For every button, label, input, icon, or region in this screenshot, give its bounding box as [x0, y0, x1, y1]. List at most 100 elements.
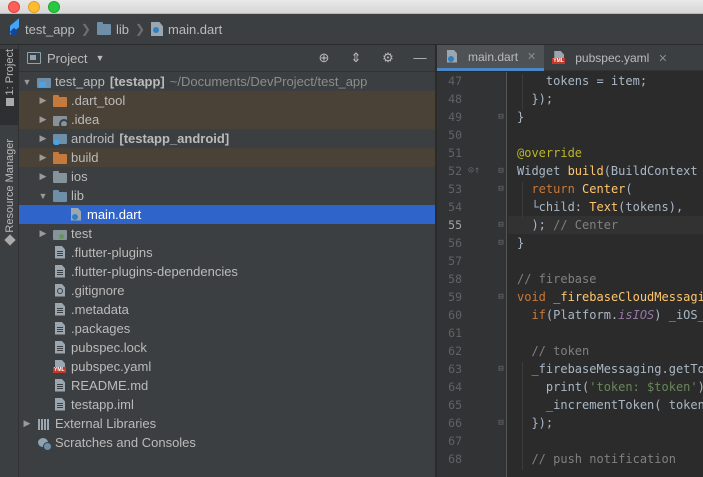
- dart-file-icon: [445, 50, 459, 64]
- breadcrumb-item-file[interactable]: main.dart: [151, 22, 222, 37]
- tree-item-lib[interactable]: ▼ lib: [19, 186, 435, 205]
- tree-item-dart-tool[interactable]: ▶ .dart_tool: [19, 91, 435, 110]
- code-editor: main.dart ✕ pubspec.yaml ✕ 47 tokens = i…: [437, 45, 703, 477]
- line-number: 61: [448, 326, 462, 340]
- tree-item-external-libraries[interactable]: ▶ External Libraries: [19, 414, 435, 433]
- fold-marker-icon[interactable]: ⊟: [496, 162, 506, 180]
- fold-marker-icon[interactable]: ⊟: [496, 108, 506, 126]
- close-window-button[interactable]: [8, 1, 20, 13]
- breadcrumb-label: lib: [115, 21, 129, 37]
- code-line: 54 └child: Text(tokens),: [437, 198, 703, 216]
- code-text: // firebase: [517, 272, 597, 286]
- close-icon[interactable]: ✕: [527, 50, 536, 63]
- tree-item-root[interactable]: ▼ test_app [testapp] ~/Documents/DevProj…: [19, 72, 435, 91]
- code-text: @override: [517, 146, 583, 160]
- tree-item-path: ~/Documents/DevProject/test_app: [169, 74, 368, 89]
- tab-resource-manager[interactable]: Resource Manager: [0, 139, 19, 259]
- code-text: // push notification: [531, 452, 676, 466]
- folder-icon: [53, 170, 67, 184]
- tree-item-test[interactable]: ▶ test: [19, 224, 435, 243]
- code-line: 59 ⊟ void _firebaseCloudMessaging: [437, 288, 703, 306]
- flutter-icon: [8, 22, 20, 36]
- window-titlebar: [0, 0, 703, 14]
- code-line: 47 tokens = item;: [437, 72, 703, 90]
- tree-item-label: .packages: [71, 321, 131, 336]
- line-number: 66: [448, 416, 462, 430]
- project-icon: [5, 98, 14, 107]
- tree-item-ios[interactable]: ▶ ios: [19, 167, 435, 186]
- tree-item-scratches[interactable]: Scratches and Consoles: [19, 433, 435, 452]
- fold-marker-icon[interactable]: ⊟: [496, 288, 506, 306]
- tree-item-label: android: [71, 131, 115, 146]
- collapse-all-icon[interactable]: ⇕: [347, 50, 365, 66]
- tree-item-flutter-plugins-dependencies[interactable]: .flutter-plugins-dependencies: [19, 262, 435, 281]
- tab-project[interactable]: 1: Project: [0, 49, 19, 125]
- code-line: 53 ⊟ return Center(: [437, 180, 703, 198]
- zoom-window-button[interactable]: [48, 1, 60, 13]
- code-line-current: 55 ⊟ ); // Center: [437, 216, 703, 234]
- tree-item-android[interactable]: ▶ android [testapp_android]: [19, 129, 435, 148]
- fold-marker-icon[interactable]: ⊟: [496, 414, 506, 432]
- code-text: _firebaseMessaging.getTok: [517, 362, 703, 376]
- chevron-right-icon[interactable]: ▶: [37, 95, 49, 106]
- code-line: 49 ⊟ }: [437, 108, 703, 126]
- code-text: if(Platform.isIOS) _iOS_P: [531, 308, 703, 322]
- chevron-right-icon[interactable]: ▶: [21, 418, 33, 429]
- chevron-down-icon[interactable]: ▼: [21, 77, 33, 87]
- code-line: 50: [437, 126, 703, 144]
- tab-label: 1: Project: [3, 49, 16, 96]
- tree-item-label: README.md: [71, 378, 149, 393]
- locate-target-icon[interactable]: ⊕: [315, 50, 333, 66]
- tree-item-pubspec-yaml[interactable]: pubspec.yaml: [19, 357, 435, 376]
- tree-item-metadata[interactable]: .metadata: [19, 300, 435, 319]
- fold-marker-icon[interactable]: ⊟: [496, 360, 506, 378]
- close-icon[interactable]: ✕: [658, 52, 667, 65]
- breadcrumb: test_app ❯ lib ❯ main.dart: [0, 14, 703, 45]
- tree-item-build[interactable]: ▶ build: [19, 148, 435, 167]
- code-text: return Center(: [531, 182, 633, 196]
- text-file-icon: [53, 303, 67, 317]
- chevron-down-icon[interactable]: ▼: [95, 53, 104, 63]
- fold-marker-icon[interactable]: ⊟: [496, 234, 506, 252]
- breadcrumb-label: main.dart: [168, 21, 223, 37]
- chevron-right-icon[interactable]: ▶: [37, 133, 49, 144]
- tree-item-flutter-plugins[interactable]: .flutter-plugins: [19, 243, 435, 262]
- chevron-right-icon[interactable]: ▶: [37, 228, 49, 239]
- project-view-selector[interactable]: Project: [47, 51, 87, 66]
- code-line: 65 _incrementToken( token: [437, 396, 703, 414]
- tree-item-pubspec-lock[interactable]: pubspec.lock: [19, 338, 435, 357]
- tree-item-label: test_app: [55, 74, 105, 89]
- text-file-icon: [53, 246, 67, 260]
- tree-item-label: .flutter-plugins: [71, 245, 153, 260]
- tree-item-iml[interactable]: testapp.iml: [19, 395, 435, 414]
- gear-icon[interactable]: ⚙: [379, 50, 397, 66]
- tree-item-packages[interactable]: .packages: [19, 319, 435, 338]
- chevron-right-icon[interactable]: ▶: [37, 152, 49, 163]
- libraries-icon: [37, 417, 51, 431]
- override-marker-icon[interactable]: ⊙↑: [467, 162, 481, 180]
- chevron-right-icon[interactable]: ▶: [37, 171, 49, 182]
- code-line: 57: [437, 252, 703, 270]
- code-line: 60 if(Platform.isIOS) _iOS_P: [437, 306, 703, 324]
- tree-item-gitignore[interactable]: .gitignore: [19, 281, 435, 300]
- breadcrumb-item-lib[interactable]: lib: [96, 21, 129, 37]
- chevron-right-icon[interactable]: ▶: [37, 114, 49, 125]
- tree-item-main-dart[interactable]: main.dart: [19, 205, 435, 224]
- minimize-window-button[interactable]: [28, 1, 40, 13]
- fold-marker-icon[interactable]: ⊟: [496, 180, 506, 198]
- tree-item-idea[interactable]: ▶ .idea: [19, 110, 435, 129]
- fold-marker-icon[interactable]: ⊟: [496, 216, 506, 234]
- tab-main-dart[interactable]: main.dart ✕: [437, 45, 545, 71]
- yaml-file-icon: [552, 51, 566, 65]
- tab-label: main.dart: [468, 49, 519, 64]
- line-number: 60: [448, 308, 462, 322]
- line-number: 47: [448, 74, 462, 88]
- minimize-icon[interactable]: —: [411, 50, 429, 66]
- code-text: });: [517, 416, 554, 430]
- chevron-down-icon[interactable]: ▼: [37, 191, 49, 201]
- tree-item-readme[interactable]: README.md: [19, 376, 435, 395]
- module-folder-icon: [37, 75, 51, 89]
- tab-pubspec-yaml[interactable]: pubspec.yaml ✕: [544, 45, 675, 71]
- breadcrumb-item-project[interactable]: test_app: [8, 22, 75, 37]
- line-number: 59: [448, 290, 462, 304]
